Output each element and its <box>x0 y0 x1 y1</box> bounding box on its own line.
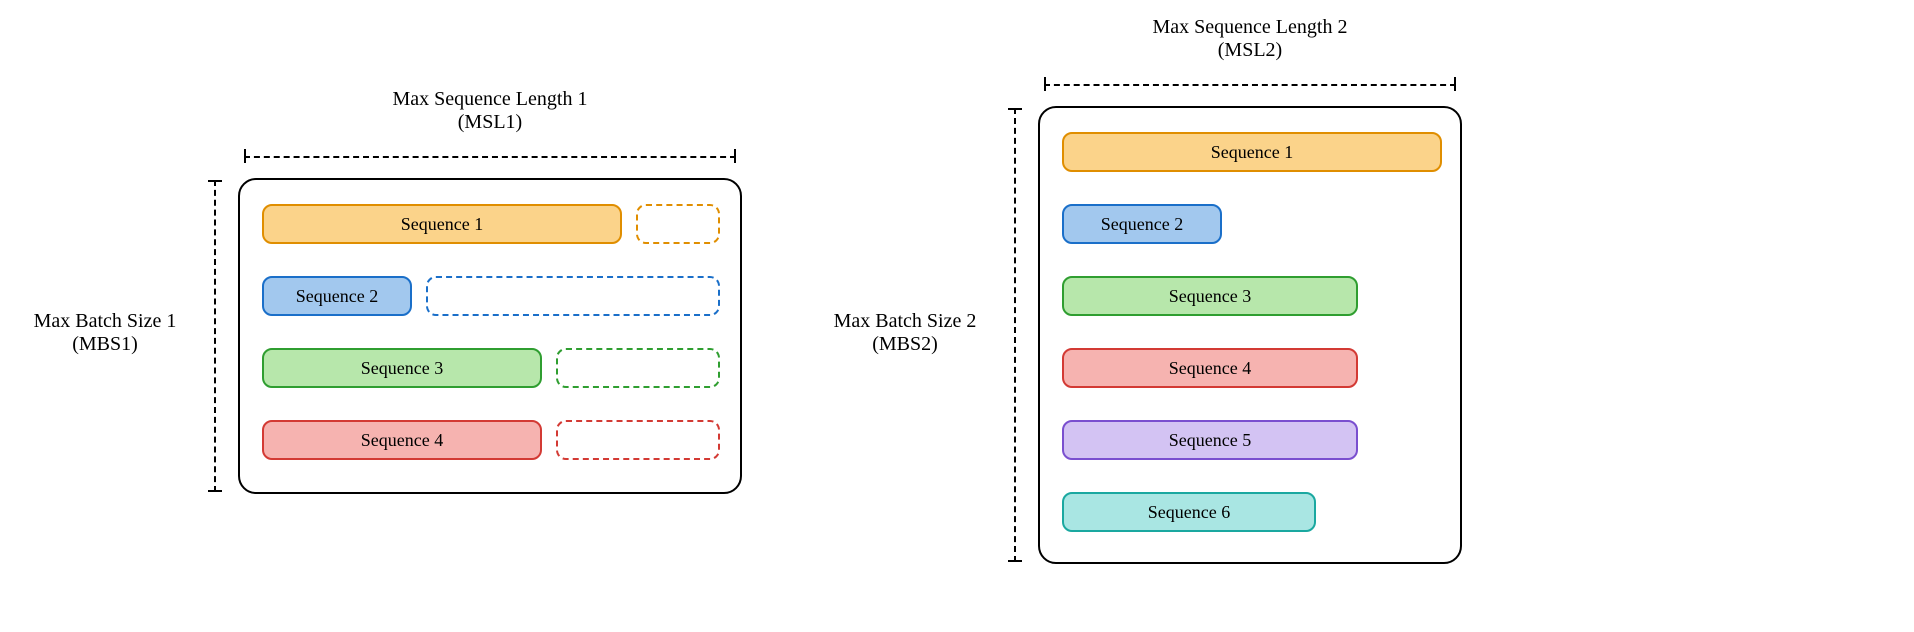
mbs2-bracket-tick-bottom <box>1008 560 1022 562</box>
mbs1-bracket <box>214 180 216 492</box>
msl1-bracket <box>244 156 736 158</box>
diagram-stage: { "left": { "msl_label_line1": "Max Sequ… <box>0 0 1914 632</box>
msl2-title: Max Sequence Length 2 (MSL2) <box>1040 16 1460 62</box>
seq-5-right: Sequence 5 <box>1062 420 1358 460</box>
msl2-bracket-tick-left <box>1044 77 1046 91</box>
seq-5-right-label: Sequence 5 <box>1169 430 1251 451</box>
mbs2-title: Max Batch Size 2 (MBS2) <box>810 310 1000 356</box>
seq-4-right: Sequence 4 <box>1062 348 1358 388</box>
msl2-title-line2: (MSL2) <box>1040 39 1460 62</box>
mbs2-title-line1: Max Batch Size 2 <box>810 310 1000 333</box>
seq-6-right-label: Sequence 6 <box>1148 502 1230 523</box>
msl1-title: Max Sequence Length 1 (MSL1) <box>240 88 740 134</box>
seq-3-right-label: Sequence 3 <box>1169 286 1251 307</box>
seq-3-left: Sequence 3 <box>262 348 542 388</box>
msl1-bracket-tick-right <box>734 149 736 163</box>
seq-1-left: Sequence 1 <box>262 204 622 244</box>
msl2-title-line1: Max Sequence Length 2 <box>1040 16 1460 39</box>
seq-4-left: Sequence 4 <box>262 420 542 460</box>
seq-2-left: Sequence 2 <box>262 276 412 316</box>
mbs1-title-line1: Max Batch Size 1 <box>10 310 200 333</box>
seq-2-right-label: Sequence 2 <box>1101 214 1183 235</box>
mbs1-bracket-tick-bottom <box>208 490 222 492</box>
seq-1-right: Sequence 1 <box>1062 132 1442 172</box>
seq-3-right: Sequence 3 <box>1062 276 1358 316</box>
mbs1-title: Max Batch Size 1 (MBS1) <box>10 310 200 356</box>
mbs1-title-line2: (MBS1) <box>10 333 200 356</box>
seq-3-left-pad <box>556 348 720 388</box>
seq-6-right: Sequence 6 <box>1062 492 1316 532</box>
msl2-bracket-tick-right <box>1454 77 1456 91</box>
batch-box-1: Sequence 1 Sequence 2 Sequence 3 Sequenc… <box>238 178 742 494</box>
msl1-title-line2: (MSL1) <box>240 111 740 134</box>
seq-4-left-label: Sequence 4 <box>361 430 443 451</box>
msl1-title-line1: Max Sequence Length 1 <box>240 88 740 111</box>
mbs2-bracket-tick-top <box>1008 108 1022 110</box>
seq-1-left-pad <box>636 204 720 244</box>
mbs1-bracket-tick-top <box>208 180 222 182</box>
seq-3-left-label: Sequence 3 <box>361 358 443 379</box>
seq-4-left-pad <box>556 420 720 460</box>
seq-4-right-label: Sequence 4 <box>1169 358 1251 379</box>
seq-2-left-label: Sequence 2 <box>296 286 378 307</box>
seq-2-left-pad <box>426 276 720 316</box>
seq-2-right: Sequence 2 <box>1062 204 1222 244</box>
msl1-bracket-tick-left <box>244 149 246 163</box>
msl2-bracket <box>1044 84 1456 86</box>
mbs2-bracket <box>1014 108 1016 562</box>
seq-1-right-label: Sequence 1 <box>1211 142 1293 163</box>
seq-1-left-label: Sequence 1 <box>401 214 483 235</box>
mbs2-title-line2: (MBS2) <box>810 333 1000 356</box>
batch-box-2: Sequence 1 Sequence 2 Sequence 3 Sequenc… <box>1038 106 1462 564</box>
